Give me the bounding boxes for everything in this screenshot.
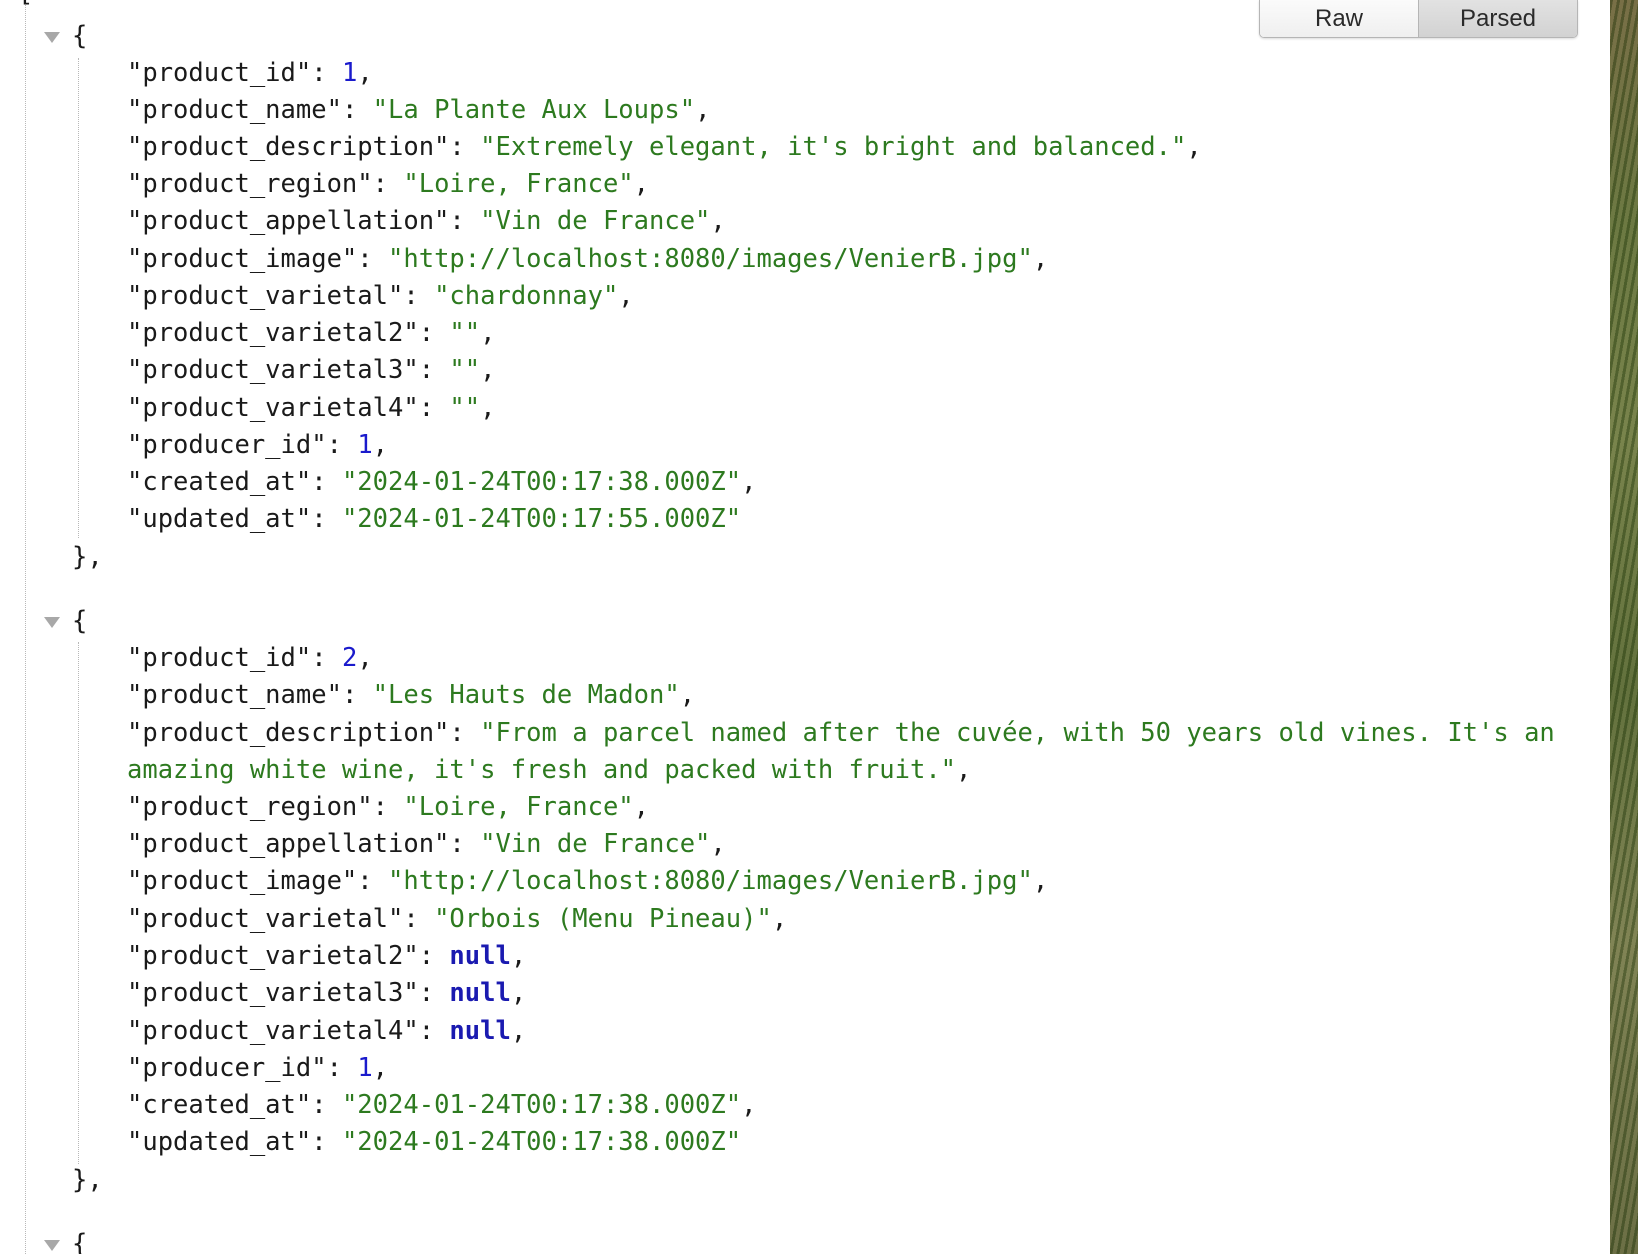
json-line-product-region: "product_region": "Loire, France",	[127, 169, 650, 199]
json-line-product-name: "product_name": "La Plante Aux Loups",	[127, 95, 711, 125]
json-line-producer-id: "producer_id": 1,	[127, 430, 389, 460]
json-line-product-description: "product_description": "Extremely elegan…	[127, 132, 1202, 162]
json-line-created-at: "created_at": "2024-01-24T00:17:38.000Z"…	[127, 467, 757, 497]
view-mode-tabs: Raw Parsed	[1259, 0, 1578, 38]
json-line-producer-id: "producer_id": 1,	[127, 1053, 389, 1083]
json-line-product-varietal: "product_varietal": "chardonnay",	[127, 281, 634, 311]
json-line-updated-at: "updated_at": "2024-01-24T00:17:55.000Z"	[127, 504, 742, 534]
json-line-product-description-wrap: amazing white wine, it's fresh and packe…	[127, 755, 972, 785]
object-close-brace: },	[72, 542, 103, 572]
json-line-product-varietal: "product_varietal": "Orbois (Menu Pineau…	[127, 904, 788, 934]
json-line-product-region: "product_region": "Loire, France",	[127, 792, 650, 822]
json-line-product-name: "product_name": "Les Hauts de Madon",	[127, 680, 696, 710]
json-line-product-varietal3: "product_varietal3": "",	[127, 355, 496, 385]
json-line-product-image: "product_image": "http://localhost:8080/…	[127, 244, 1049, 274]
object-open-brace: {	[72, 1229, 88, 1254]
json-line-product-varietal4: "product_varietal4": "",	[127, 393, 496, 423]
vineyard-background-image	[1610, 0, 1638, 1254]
object-close-brace: },	[72, 1165, 103, 1195]
json-line-product-varietal3: "product_varietal3": null,	[127, 978, 527, 1008]
json-line-product-id: "product_id": 1,	[127, 58, 373, 88]
json-line-created-at: "created_at": "2024-01-24T00:17:38.000Z"…	[127, 1090, 757, 1120]
tab-parsed[interactable]: Parsed	[1419, 0, 1577, 37]
json-line-product-description: "product_description": "From a parcel na…	[127, 718, 1555, 748]
json-line-product-varietal2: "product_varietal2": null,	[127, 941, 527, 971]
object-open-brace: {	[72, 606, 88, 636]
root-bracket: [	[18, 0, 33, 8]
json-line-product-appellation: "product_appellation": "Vin de France",	[127, 206, 726, 236]
json-line-product-varietal2: "product_varietal2": "",	[127, 318, 496, 348]
json-line-product-image: "product_image": "http://localhost:8080/…	[127, 866, 1049, 896]
json-line-product-id: "product_id": 2,	[127, 643, 373, 673]
tab-raw[interactable]: Raw	[1260, 0, 1419, 37]
json-viewer: [ { "product_id": 1, "product_name": "La…	[0, 0, 1610, 1254]
json-line-product-appellation: "product_appellation": "Vin de France",	[127, 829, 726, 859]
json-line-updated-at: "updated_at": "2024-01-24T00:17:38.000Z"	[127, 1127, 742, 1157]
json-line-product-varietal4: "product_varietal4": null,	[127, 1016, 527, 1046]
